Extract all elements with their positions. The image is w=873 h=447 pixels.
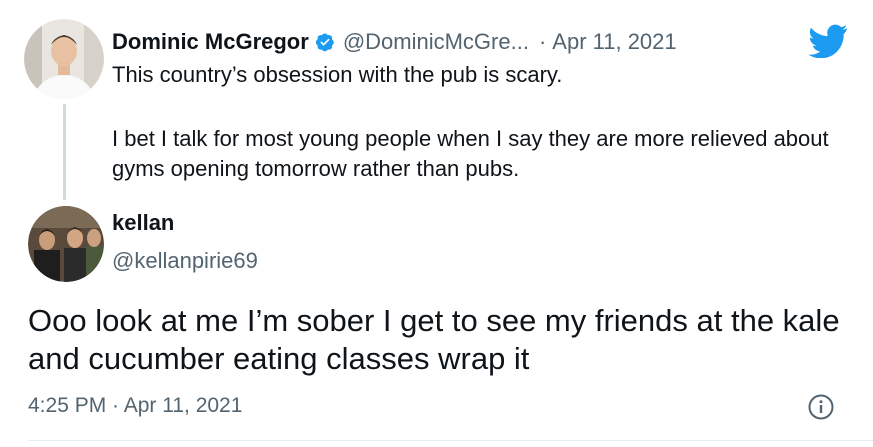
reply-author-avatar[interactable] (28, 206, 104, 282)
info-icon[interactable] (808, 394, 834, 420)
quoted-author-handle[interactable]: @DominicMcGre... (343, 29, 529, 55)
reply-author-name[interactable]: kellan (112, 210, 174, 236)
reply-tweet-timestamp[interactable]: 4:25 PM · Apr 11, 2021 (28, 394, 242, 418)
quoted-author-name[interactable]: Dominic McGregor (112, 29, 309, 55)
reply-author-handle[interactable]: @kellanpirie69 (112, 248, 258, 274)
bottom-divider (28, 440, 873, 441)
quoted-tweet-date[interactable]: Apr 11, 2021 (552, 29, 676, 55)
quoted-tweet-header: Dominic McGregor @DominicMcGre... · Apr … (112, 26, 677, 58)
quoted-tweet-text: This country’s obsession with the pub is… (112, 60, 852, 184)
quoted-tweet-text-line2: I bet I talk for most young people when … (112, 126, 829, 181)
header-separator: · (538, 29, 547, 54)
quoted-tweet-text-line1: This country’s obsession with the pub is… (112, 62, 563, 87)
verified-badge-icon (315, 33, 334, 52)
thread-connector-line (63, 104, 66, 200)
quoted-author-avatar[interactable] (24, 19, 104, 99)
twitter-bird-icon[interactable] (808, 24, 848, 58)
reply-tweet-text: Ooo look at me I’m sober I get to see my… (28, 303, 840, 376)
